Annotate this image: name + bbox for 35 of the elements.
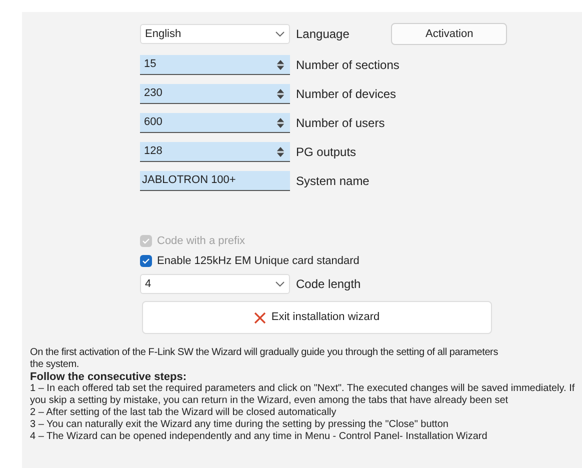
check-icon — [142, 258, 150, 264]
step-text: 2 – After setting of the last tab the Wizard will be closed automatically — [30, 407, 338, 419]
code-length-dropdown[interactable]: 4 — [140, 274, 290, 294]
intro-text: On the first activation of the F-Link SW the Wizard will gradually guide you through the setting of all parameters — [30, 347, 499, 359]
field-label: Number of sections — [296, 57, 400, 74]
field-label: Number of users — [296, 115, 385, 132]
number-field[interactable]: 15 — [140, 55, 290, 75]
field-label: Code length — [296, 276, 361, 293]
number-field[interactable]: 230 — [140, 84, 290, 104]
field-label: Number of devices — [296, 86, 396, 103]
chevron-down-icon — [275, 281, 285, 287]
step-text: 1 – In each offered tab set the required parameters and click on "Next". The executed changes will be saved immediately. If you skip a setting by mistake, you can return in the Wizard, even among the tabs that have already been set — [30, 383, 576, 407]
check-icon — [142, 238, 150, 244]
steps-heading: Follow the consecutive steps: — [30, 371, 188, 383]
spinner-arrows-icon[interactable] — [276, 144, 285, 158]
system-name-field[interactable]: JABLOTRON 100+ — [140, 171, 290, 191]
spinner-arrows-icon[interactable] — [276, 86, 285, 100]
field-label: PG outputs — [296, 144, 356, 161]
activation-button[interactable]: Activation — [391, 23, 508, 45]
exit-wizard-button[interactable]: Exit installation wizard — [142, 301, 492, 334]
step-text: 3 – You can naturally exit the Wizard any time during the setting by pressing the "Close" button — [30, 419, 450, 431]
checkbox[interactable] — [140, 255, 152, 267]
spinner-arrows-icon[interactable] — [276, 116, 285, 130]
close-icon — [254, 312, 266, 324]
field-label: System name — [296, 173, 370, 190]
step-text: 4 – The Wizard can be opened independently and any time in Menu - Control Panel- Installation Wizard — [30, 431, 488, 443]
spinner-arrows-icon[interactable] — [276, 58, 285, 72]
checkbox-label: Code with a prefix — [157, 234, 246, 249]
number-field[interactable]: 600 — [140, 113, 290, 133]
chevron-down-icon — [275, 31, 285, 37]
checkbox-label: Enable 125kHz EM Unique card standard — [157, 254, 360, 269]
intro-text: the system. — [30, 359, 80, 371]
language-dropdown[interactable]: English — [140, 24, 290, 44]
number-field[interactable]: 128 — [140, 142, 290, 162]
field-label: Language — [296, 26, 350, 43]
